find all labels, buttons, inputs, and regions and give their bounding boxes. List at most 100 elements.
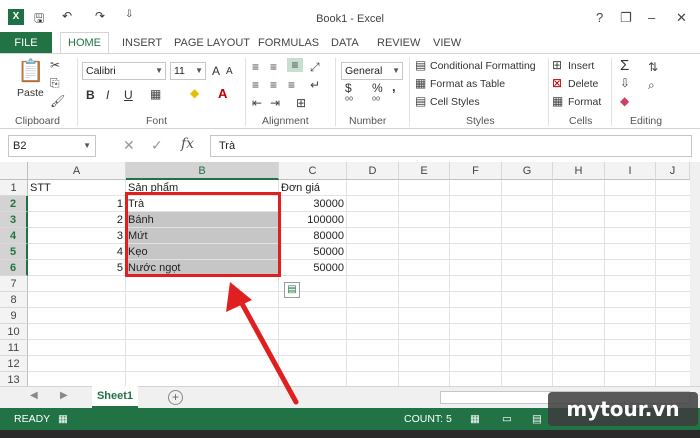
sort-filter-icon[interactable]: ⇅ [648,60,658,74]
clear-icon[interactable]: ◆ [620,94,629,108]
insert-cells-button[interactable]: Insert [568,60,594,72]
tab-review[interactable]: REVIEW [377,32,420,54]
quick-analysis-icon[interactable]: ▤ [284,282,300,298]
cell-a5[interactable]: 4 [28,244,126,260]
merge-center-icon[interactable]: ⊞ [296,96,306,110]
row-header-3[interactable]: 3 [0,212,28,228]
row-header-9[interactable]: 9 [0,308,28,324]
delete-cells-button[interactable]: Delete [568,78,598,90]
column-header-a[interactable]: A [28,162,126,180]
cell-c4[interactable]: 80000 [279,228,347,244]
fill-color-icon[interactable]: ◆ [190,86,199,100]
align-middle-icon[interactable]: ≡ [270,60,277,74]
row-header-8[interactable]: 8 [0,292,28,308]
align-bottom-icon[interactable]: ≡ [287,58,303,72]
column-header-d[interactable]: D [347,162,399,180]
format-cells-button[interactable]: Format [568,96,601,108]
column-header-i[interactable]: I [605,162,656,180]
align-top-icon[interactable]: ≡ [252,60,259,74]
paste-icon[interactable]: 📋 [17,58,44,84]
tab-view[interactable]: VIEW [433,32,461,54]
font-size-combo[interactable]: 11 ▼ [170,62,206,80]
format-as-table-button[interactable]: Format as Table [430,78,505,90]
cancel-icon[interactable]: ✕ [123,137,135,154]
row-header-1[interactable]: 1 [0,180,28,196]
tab-file[interactable]: FILE [0,32,52,54]
bold-button[interactable]: B [86,88,95,102]
cell-a3[interactable]: 2 [28,212,126,228]
minimize-icon[interactable]: – [648,10,655,25]
cell-a1[interactable]: STT [28,180,126,196]
tab-insert[interactable]: INSERT [122,32,162,54]
add-sheet-button[interactable]: + [168,390,183,405]
decrease-decimal-icon[interactable]: ⁰⁰ [372,96,380,107]
prev-sheet-icon[interactable]: ◀ [30,390,38,401]
font-name-combo[interactable]: Calibri ▼ [82,62,166,80]
orientation-icon[interactable]: ⤢ [310,60,320,75]
insert-function-button[interactable]: fx [181,136,194,152]
page-break-view-icon[interactable]: ▤ [532,408,542,430]
align-right-icon[interactable]: ≡ [288,78,295,92]
vertical-scrollbar[interactable] [690,162,700,386]
column-header-f[interactable]: F [450,162,502,180]
wrap-text-icon[interactable]: ↵ [310,78,320,92]
row-header-7[interactable]: 7 [0,276,28,292]
autosum-button[interactable]: Σ [620,57,629,74]
tab-page-layout[interactable]: PAGE LAYOUT [174,32,250,54]
row-header-5[interactable]: 5 [0,244,28,260]
cut-icon[interactable]: ✂ [50,58,60,72]
row-header-2[interactable]: 2 [0,196,28,212]
align-center-icon[interactable]: ≡ [270,78,277,92]
next-sheet-icon[interactable]: ▶ [60,390,68,401]
column-header-c[interactable]: C [279,162,347,180]
normal-view-icon[interactable]: ▦ [470,408,480,430]
page-layout-view-icon[interactable]: ▭ [502,408,512,430]
help-icon[interactable]: ? [596,10,603,25]
cell-a4[interactable]: 3 [28,228,126,244]
ribbon-display-icon[interactable]: ❐ [620,10,632,26]
borders-icon[interactable]: ▦ [150,87,161,101]
underline-button[interactable]: U [124,88,133,102]
paste-button[interactable]: Paste [17,87,44,99]
conditional-formatting-button[interactable]: Conditional Formatting [430,60,536,72]
row-header-13[interactable]: 13 [0,372,28,386]
formula-input[interactable]: Trà [210,135,692,157]
fill-icon[interactable]: ⇩ [620,76,630,90]
cell-c5[interactable]: 50000 [279,244,347,260]
italic-button[interactable]: I [106,88,109,102]
currency-button[interactable]: $ [345,81,352,95]
column-header-g[interactable]: G [502,162,553,180]
macro-record-icon[interactable]: ▦ [58,408,68,430]
number-format-combo[interactable]: General ▼ [341,62,403,80]
cell-c1[interactable]: Đơn giá [279,180,347,196]
cell-a6[interactable]: 5 [28,260,126,276]
worksheet-grid[interactable]: A B C D E F G H I J 1 2 3 4 5 6 7 8 9 10… [0,162,700,386]
enter-icon[interactable]: ✓ [151,137,163,154]
tab-home[interactable]: HOME [60,32,109,54]
align-left-icon[interactable]: ≡ [252,78,259,92]
comma-button[interactable]: , [392,79,396,94]
select-all-corner[interactable] [0,162,28,180]
column-header-b[interactable]: B [126,162,279,180]
row-header-10[interactable]: 10 [0,324,28,340]
cell-c2[interactable]: 30000 [279,196,347,212]
increase-decimal-icon[interactable]: ⁰⁰ [345,96,353,107]
sheet-tab-sheet1[interactable]: Sheet1 [92,386,138,408]
percent-button[interactable]: % [372,81,383,95]
cell-c3[interactable]: 100000 [279,212,347,228]
tab-data[interactable]: DATA [331,32,359,54]
tab-formulas[interactable]: FORMULAS [258,32,319,54]
find-select-icon[interactable]: ⌕ [648,78,655,93]
column-header-h[interactable]: H [553,162,605,180]
shrink-font-button[interactable]: A [226,66,233,77]
name-box[interactable]: B2 ▼ [8,135,96,157]
cell-c6[interactable]: 50000 [279,260,347,276]
column-header-e[interactable]: E [399,162,450,180]
decrease-indent-icon[interactable]: ⇤ [252,96,262,110]
format-painter-icon[interactable]: 🖌 [50,94,65,108]
row-header-4[interactable]: 4 [0,228,28,244]
row-header-12[interactable]: 12 [0,356,28,372]
copy-icon[interactable]: ⎘ [50,76,60,91]
font-color-button[interactable]: A [218,86,227,101]
close-icon[interactable]: ✕ [676,10,687,26]
